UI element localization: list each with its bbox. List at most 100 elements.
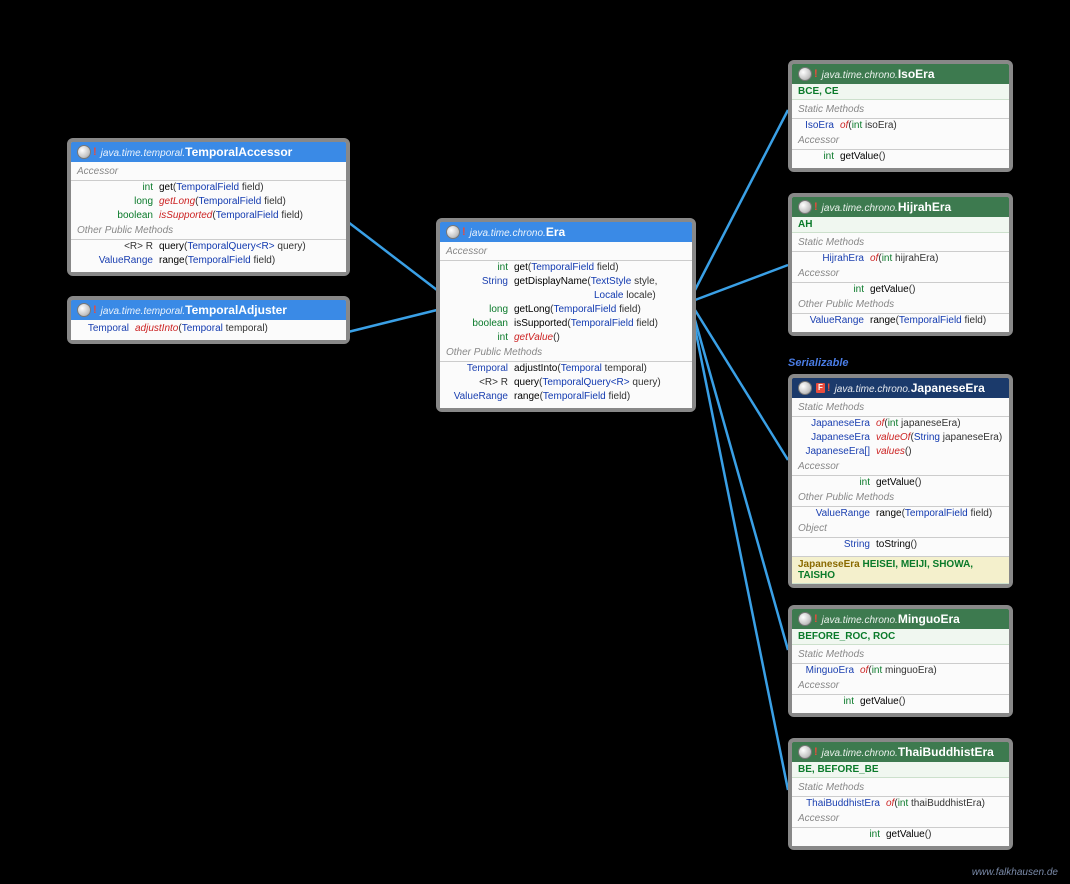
class-header: ! java.time.chrono.MinguoEra [792, 609, 1009, 629]
class-header: ! java.time.temporal.TemporalAccessor [71, 142, 346, 162]
method-row: StringgetDisplayName (TextStyle style, [440, 275, 692, 289]
package-label: java.time.chrono. [835, 384, 911, 395]
method-row: intgetValue () [792, 476, 1009, 490]
method-row: StringtoString () [792, 538, 1009, 552]
warning-icon: ! [462, 226, 466, 238]
class-box-era: ! java.time.chrono.Era Accessor intget (… [436, 218, 696, 412]
method-row: JapaneseEraof (int japaneseEra) [792, 417, 1009, 431]
section-label: Other Public Methods [71, 223, 346, 240]
section-label: Accessor [71, 164, 346, 181]
method-row: intgetValue () [792, 150, 1009, 164]
warning-icon: ! [814, 201, 818, 213]
interface-icon [446, 225, 460, 239]
class-name: ThaiBuddhistEra [898, 745, 994, 759]
section-label: Static Methods [792, 400, 1009, 417]
class-box-isoera: ! java.time.chrono.IsoEra BCE, CE Static… [788, 60, 1013, 172]
section-label: Other Public Methods [792, 490, 1009, 507]
section-label: Static Methods [792, 235, 1009, 252]
class-header: ! java.time.chrono.HijrahEra [792, 197, 1009, 217]
warning-icon: ! [814, 613, 818, 625]
method-row: longgetLong (TemporalField field) [71, 195, 346, 209]
final-badge: F [816, 383, 825, 393]
class-body: Static Methods ThaiBuddhistEraof (int th… [792, 778, 1009, 846]
method-row: ValueRangerange (TemporalField field) [792, 507, 1009, 521]
interface-icon [77, 303, 91, 317]
method-row: JapaneseEra[]values () [792, 445, 1009, 459]
section-label: Accessor [792, 266, 1009, 283]
class-box-japaneseera: F ! java.time.chrono.JapaneseEra Static … [788, 374, 1013, 588]
class-header: ! java.time.chrono.Era [440, 222, 692, 242]
class-name: IsoEra [898, 67, 935, 81]
method-row: TemporaladjustInto (Temporal temporal) [71, 322, 346, 336]
section-label: Accessor [792, 133, 1009, 150]
method-row: IsoEraof (int isoEra) [792, 119, 1009, 133]
method-row: intgetValue () [792, 695, 1009, 709]
section-label: Static Methods [792, 780, 1009, 797]
class-body: Accessor intget (TemporalField field) St… [440, 242, 692, 408]
method-row: TemporaladjustInto (Temporal temporal) [440, 362, 692, 376]
class-box-thaibuddhistera: ! java.time.chrono.ThaiBuddhistEra BE, B… [788, 738, 1013, 850]
warning-icon: ! [814, 746, 818, 758]
footer-credit: www.falkhausen.de [972, 867, 1058, 878]
method-row: intgetValue () [440, 331, 692, 345]
class-name: HijrahEra [898, 200, 951, 214]
constants-row: BCE, CE [792, 84, 1009, 100]
class-body: Static Methods JapaneseEraof (int japane… [792, 398, 1009, 556]
constants-row: BEFORE_ROC, ROC [792, 629, 1009, 645]
class-header: ! java.time.chrono.IsoEra [792, 64, 1009, 84]
package-label: java.time.chrono. [822, 615, 898, 626]
enum-icon [798, 200, 812, 214]
class-body: Static Methods IsoEraof (int isoEra) Acc… [792, 100, 1009, 168]
class-body: Static Methods HijrahEraof (int hijrahEr… [792, 233, 1009, 332]
method-row-cont: Locale locale) [440, 289, 692, 303]
package-label: java.time.temporal. [101, 148, 185, 159]
constants-row: BE, BEFORE_BE [792, 762, 1009, 778]
class-box-temporaladjuster: ! java.time.temporal.TemporalAdjuster Te… [67, 296, 350, 344]
interface-icon [77, 145, 91, 159]
package-label: java.time.chrono. [822, 748, 898, 759]
method-row: intget (TemporalField field) [440, 261, 692, 275]
method-row: longgetLong (TemporalField field) [440, 303, 692, 317]
method-row: intget (TemporalField field) [71, 181, 346, 195]
package-label: java.time.chrono. [822, 203, 898, 214]
method-row: JapaneseEravalueOf (String japaneseEra) [792, 431, 1009, 445]
class-box-temporalaccessor: ! java.time.temporal.TemporalAccessor Ac… [67, 138, 350, 276]
class-body: Accessor intget (TemporalField field) lo… [71, 162, 346, 272]
warning-icon: ! [93, 304, 97, 316]
section-label: Other Public Methods [792, 297, 1009, 314]
section-label: Accessor [792, 459, 1009, 476]
constants-row: JapaneseEra HEISEI, MEIJI, SHOWA, TAISHO [792, 556, 1009, 584]
section-label: Other Public Methods [440, 345, 692, 362]
method-row: ValueRangerange (TemporalField field) [792, 314, 1009, 328]
enum-icon [798, 67, 812, 81]
method-row: booleanisSupported (TemporalField field) [71, 209, 346, 223]
constants-row: AH [792, 217, 1009, 233]
class-header: F ! java.time.chrono.JapaneseEra [792, 378, 1009, 398]
warning-icon: ! [93, 146, 97, 158]
class-box-minguoera: ! java.time.chrono.MinguoEra BEFORE_ROC,… [788, 605, 1013, 717]
section-label: Object [792, 521, 1009, 538]
method-row: ValueRangerange (TemporalField field) [440, 390, 692, 404]
warning-icon: ! [827, 382, 831, 394]
class-name: TemporalAccessor [185, 145, 292, 159]
class-name: MinguoEra [898, 612, 960, 626]
class-body: Static Methods MinguoEraof (int minguoEr… [792, 645, 1009, 713]
method-row: HijrahEraof (int hijrahEra) [792, 252, 1009, 266]
class-box-hijrahera: ! java.time.chrono.HijrahEra AH Static M… [788, 193, 1013, 336]
section-label: Static Methods [792, 647, 1009, 664]
class-icon [798, 381, 812, 395]
class-name: Era [546, 225, 565, 239]
method-row: ThaiBuddhistEraof (int thaiBuddhistEra) [792, 797, 1009, 811]
warning-icon: ! [814, 68, 818, 80]
package-label: java.time.temporal. [101, 306, 185, 317]
package-label: java.time.chrono. [822, 70, 898, 81]
enum-icon [798, 745, 812, 759]
method-row: intgetValue () [792, 828, 1009, 842]
package-label: java.time.chrono. [470, 228, 546, 239]
method-row: <R> Rquery (TemporalQuery<R> query) [440, 376, 692, 390]
method-row: intgetValue () [792, 283, 1009, 297]
serializable-label: Serializable [788, 357, 849, 369]
class-name: JapaneseEra [911, 381, 985, 395]
section-label: Accessor [792, 678, 1009, 695]
section-label: Static Methods [792, 102, 1009, 119]
